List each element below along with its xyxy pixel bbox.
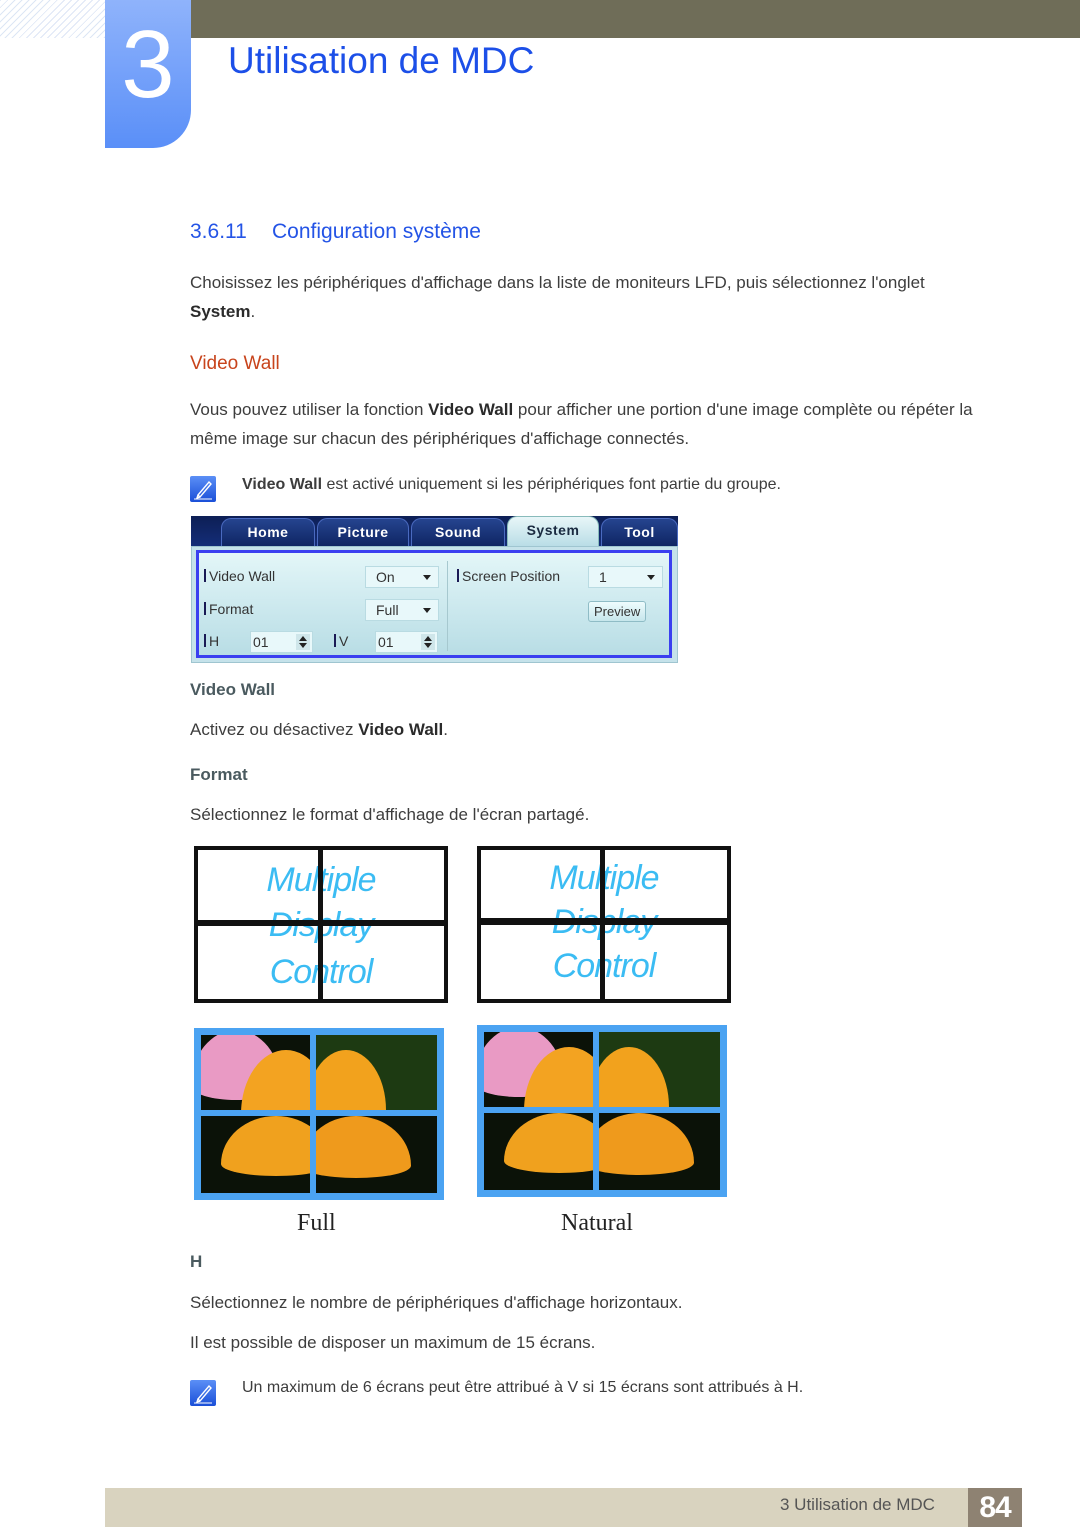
note-bold: Video Wall: [242, 476, 323, 493]
footer-chapter-label: 3 Utilisation de MDC: [780, 1495, 935, 1514]
note-body: est activé uniquement si les périphériqu…: [322, 476, 781, 493]
decorative-hatch: [0, 0, 105, 38]
format-value: Full: [376, 602, 399, 618]
video-wall-paragraph: Vous pouvez utiliser la fonction Video W…: [190, 395, 1020, 453]
tab-picture[interactable]: Picture: [317, 518, 409, 546]
format-full-text-illustration: Multiple Display Control: [194, 846, 448, 1003]
section-number: 3.6.11: [190, 220, 247, 243]
format-natural-photo-illustration: [477, 1025, 727, 1197]
desc-h-line1: Sélectionnez le nombre de périphériques …: [190, 1293, 683, 1312]
chevron-down-icon: [423, 575, 431, 580]
settings-panel: Video Wall On Format Full H 01 V 01 Scre: [191, 546, 678, 663]
desc-format-text: Sélectionnez le format d'affichage de l'…: [190, 805, 590, 824]
panel-divider: [447, 561, 448, 651]
tab-system[interactable]: System: [507, 516, 599, 546]
photo-tile: [316, 1116, 437, 1193]
photo-tile: [599, 1113, 720, 1190]
header-bar: [190, 0, 1080, 38]
caption-natural: Natural: [561, 1210, 633, 1236]
desc-h-heading: H: [190, 1252, 203, 1271]
video-wall-value: On: [376, 569, 395, 585]
tab-sound[interactable]: Sound: [411, 518, 505, 546]
screen-position-label: Screen Position: [457, 568, 560, 584]
photo-tile: [201, 1035, 310, 1110]
photo-tile: [316, 1035, 437, 1110]
photo-tile: [201, 1116, 310, 1193]
caption-full: Full: [297, 1210, 336, 1236]
chapter-title: Utilisation de MDC: [228, 40, 535, 81]
h-label: H: [204, 633, 219, 649]
desc-format-heading: Format: [190, 765, 248, 784]
spin-arrows-icon[interactable]: [296, 634, 310, 650]
desc-h-line2: Il est possible de disposer un maximum d…: [190, 1333, 596, 1352]
desc-vw-pre: Activez ou désactivez: [190, 720, 359, 739]
chevron-down-icon: [647, 575, 655, 580]
video-wall-dropdown[interactable]: On: [365, 566, 439, 588]
h-value: 01: [253, 634, 269, 650]
screen-position-dropdown[interactable]: 1: [588, 566, 663, 588]
chapter-badge: 3: [105, 0, 191, 148]
intro-paragraph: Choisissez les périphériques d'affichage…: [190, 268, 990, 326]
video-wall-heading: Video Wall: [190, 353, 280, 374]
mdc-system-panel: Home Picture Sound System Tool Video Wal…: [191, 516, 678, 663]
video-wall-group: Video Wall On Format Full H 01 V 01 Scre: [196, 550, 672, 658]
desc-vw-end: .: [443, 720, 448, 739]
section-title: 3.6.11 Configuration système: [190, 220, 481, 244]
format-dropdown[interactable]: Full: [365, 599, 439, 621]
desc-video-wall-heading: Video Wall: [190, 680, 276, 699]
page-number: 84: [968, 1488, 1022, 1527]
desc-video-wall-text: Activez ou désactivez Video Wall.: [190, 715, 448, 744]
section-name: Configuration système: [272, 220, 481, 243]
bezel-vertical: [600, 850, 605, 999]
format-full-photo-illustration: [194, 1028, 444, 1200]
note-video-wall: Video Wall est activé uniquement si les …: [242, 476, 781, 494]
photo-tile: [484, 1032, 593, 1107]
format-label: Format: [204, 601, 253, 617]
note-h-limit: Un maximum de 6 écrans peut être attribu…: [242, 1379, 804, 1396]
chapter-number: 3: [121, 11, 175, 118]
note-pencil-icon: [190, 476, 216, 502]
note-pencil-icon: [190, 1380, 216, 1406]
chevron-down-icon: [423, 608, 431, 613]
v-stepper[interactable]: 01: [375, 631, 438, 653]
vw-para-line2: même image sur chacun des périphériques …: [190, 429, 690, 448]
desc-vw-bold: Video Wall: [358, 720, 444, 739]
tab-bar: Home Picture Sound System Tool: [191, 516, 678, 546]
intro-end: .: [250, 302, 256, 321]
bezel-vertical: [318, 850, 323, 999]
vw-para-post: pour afficher une portion d'une image co…: [513, 400, 973, 419]
photo-tile: [484, 1113, 593, 1190]
v-label: V: [334, 633, 348, 649]
preview-button[interactable]: Preview: [588, 601, 647, 622]
tab-home[interactable]: Home: [221, 518, 315, 546]
intro-bold: System: [190, 302, 251, 321]
h-stepper[interactable]: 01: [250, 631, 313, 653]
photo-tile: [599, 1032, 720, 1107]
tab-tool[interactable]: Tool: [601, 518, 678, 546]
vw-para-pre: Vous pouvez utiliser la fonction: [190, 400, 429, 419]
screen-position-value: 1: [599, 569, 607, 585]
spin-arrows-icon[interactable]: [421, 634, 435, 650]
video-wall-label: Video Wall: [204, 568, 275, 584]
v-value: 01: [378, 634, 394, 650]
vw-para-bold: Video Wall: [428, 400, 514, 419]
format-natural-text-illustration: Multiple Display Control: [477, 846, 731, 1003]
intro-text: Choisissez les périphériques d'affichage…: [190, 273, 925, 292]
